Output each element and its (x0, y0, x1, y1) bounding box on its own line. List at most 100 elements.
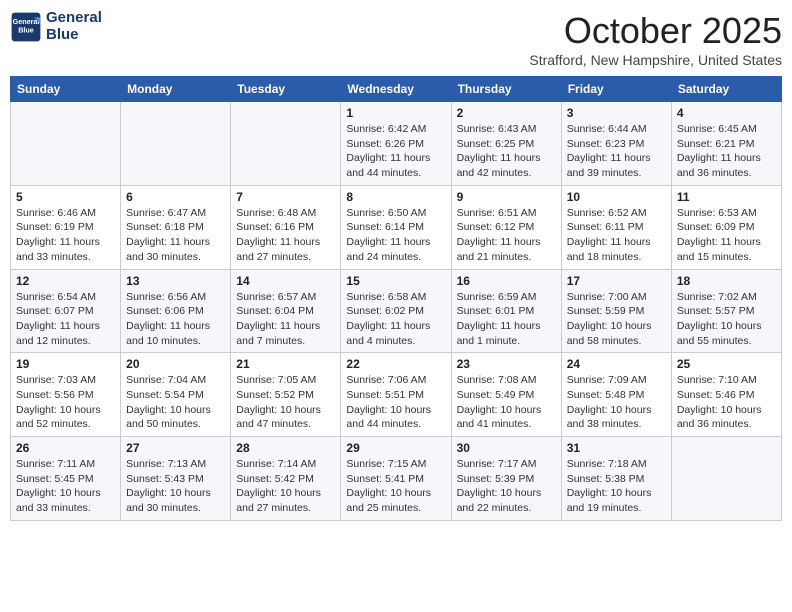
day-info: Sunrise: 6:56 AMSunset: 6:06 PMDaylight:… (126, 290, 225, 349)
day-info: Sunrise: 7:10 AMSunset: 5:46 PMDaylight:… (677, 373, 776, 432)
calendar-cell: 29 Sunrise: 7:15 AMSunset: 5:41 PMDayligh… (341, 437, 451, 521)
calendar-cell: 23 Sunrise: 7:08 AMSunset: 5:49 PMDayligh… (451, 353, 561, 437)
calendar-cell: 13 Sunrise: 6:56 AMSunset: 6:06 PMDayligh… (121, 269, 231, 353)
day-number: 1 (346, 106, 445, 120)
day-info: Sunrise: 6:54 AMSunset: 6:07 PMDaylight:… (16, 290, 115, 349)
day-number: 10 (567, 190, 666, 204)
day-number: 27 (126, 441, 225, 455)
day-number: 6 (126, 190, 225, 204)
day-info: Sunrise: 6:51 AMSunset: 6:12 PMDaylight:… (457, 206, 556, 265)
day-info: Sunrise: 7:14 AMSunset: 5:42 PMDaylight:… (236, 457, 335, 516)
day-number: 26 (16, 441, 115, 455)
calendar-cell: 20 Sunrise: 7:04 AMSunset: 5:54 PMDayligh… (121, 353, 231, 437)
calendar-cell: 1 Sunrise: 6:42 AMSunset: 6:26 PMDaylight… (341, 102, 451, 186)
day-number: 20 (126, 357, 225, 371)
calendar-cell: 24Sunrise: 7:09 AMSunset: 5:48 PMDayligh… (561, 353, 671, 437)
day-number: 17 (567, 274, 666, 288)
day-number: 24 (567, 357, 666, 371)
day-number: 15 (346, 274, 445, 288)
day-info: Sunrise: 6:42 AMSunset: 6:26 PMDaylight:… (346, 122, 445, 181)
day-number: 8 (346, 190, 445, 204)
day-number: 31 (567, 441, 666, 455)
calendar-cell (121, 102, 231, 186)
svg-text:Blue: Blue (18, 25, 34, 34)
calendar-cell: 25Sunrise: 7:10 AMSunset: 5:46 PMDayligh… (671, 353, 781, 437)
calendar-cell: 10 Sunrise: 6:52 AMSunset: 6:11 PMDayligh… (561, 185, 671, 269)
calendar-cell (11, 102, 121, 186)
day-number: 21 (236, 357, 335, 371)
calendar-cell: 30Sunrise: 7:17 AMSunset: 5:39 PMDayligh… (451, 437, 561, 521)
calendar-cell: 12Sunrise: 6:54 AMSunset: 6:07 PMDayligh… (11, 269, 121, 353)
day-number: 29 (346, 441, 445, 455)
calendar-cell: 2 Sunrise: 6:43 AMSunset: 6:25 PMDaylight… (451, 102, 561, 186)
weekday-header: Wednesday (341, 77, 451, 102)
calendar-week-row: 5 Sunrise: 6:46 AMSunset: 6:19 PMDaylight… (11, 185, 782, 269)
day-info: Sunrise: 7:13 AMSunset: 5:43 PMDaylight:… (126, 457, 225, 516)
day-info: Sunrise: 6:57 AMSunset: 6:04 PMDaylight:… (236, 290, 335, 349)
calendar-cell (671, 437, 781, 521)
day-info: Sunrise: 7:08 AMSunset: 5:49 PMDaylight:… (457, 373, 556, 432)
day-info: Sunrise: 6:45 AMSunset: 6:21 PMDaylight:… (677, 122, 776, 181)
calendar-cell: 9 Sunrise: 6:51 AMSunset: 6:12 PMDaylight… (451, 185, 561, 269)
calendar-cell: 15 Sunrise: 6:58 AMSunset: 6:02 PMDayligh… (341, 269, 451, 353)
weekday-row: SundayMondayTuesdayWednesdayThursdayFrid… (11, 77, 782, 102)
calendar-cell: 16 Sunrise: 6:59 AMSunset: 6:01 PMDayligh… (451, 269, 561, 353)
day-info: Sunrise: 6:53 AMSunset: 6:09 PMDaylight:… (677, 206, 776, 265)
day-number: 30 (457, 441, 556, 455)
calendar-week-row: 19 Sunrise: 7:03 AMSunset: 5:56 PMDayligh… (11, 353, 782, 437)
day-info: Sunrise: 7:04 AMSunset: 5:54 PMDaylight:… (126, 373, 225, 432)
day-number: 3 (567, 106, 666, 120)
calendar-cell: 6Sunrise: 6:47 AMSunset: 6:18 PMDaylight… (121, 185, 231, 269)
weekday-header: Thursday (451, 77, 561, 102)
day-info: Sunrise: 7:00 AMSunset: 5:59 PMDaylight:… (567, 290, 666, 349)
day-info: Sunrise: 7:11 AMSunset: 5:45 PMDaylight:… (16, 457, 115, 516)
day-number: 5 (16, 190, 115, 204)
weekday-header: Sunday (11, 77, 121, 102)
day-info: Sunrise: 6:48 AMSunset: 6:16 PMDaylight:… (236, 206, 335, 265)
calendar-week-row: 1 Sunrise: 6:42 AMSunset: 6:26 PMDaylight… (11, 102, 782, 186)
weekday-header: Tuesday (231, 77, 341, 102)
calendar-cell: 21Sunrise: 7:05 AMSunset: 5:52 PMDayligh… (231, 353, 341, 437)
calendar-cell: 4 Sunrise: 6:45 AMSunset: 6:21 PMDaylight… (671, 102, 781, 186)
day-info: Sunrise: 7:15 AMSunset: 5:41 PMDaylight:… (346, 457, 445, 516)
calendar-cell: 7 Sunrise: 6:48 AMSunset: 6:16 PMDaylight… (231, 185, 341, 269)
month-title: October 2025 (529, 10, 782, 52)
day-info: Sunrise: 6:46 AMSunset: 6:19 PMDaylight:… (16, 206, 115, 265)
calendar-body: 1 Sunrise: 6:42 AMSunset: 6:26 PMDaylight… (11, 102, 782, 521)
calendar-cell: 14 Sunrise: 6:57 AMSunset: 6:04 PMDayligh… (231, 269, 341, 353)
day-info: Sunrise: 7:03 AMSunset: 5:56 PMDaylight:… (16, 373, 115, 432)
calendar-cell: 5 Sunrise: 6:46 AMSunset: 6:19 PMDaylight… (11, 185, 121, 269)
day-number: 16 (457, 274, 556, 288)
page-header: General Blue General Blue October 2025 S… (10, 10, 782, 68)
calendar-cell: 26 Sunrise: 7:11 AMSunset: 5:45 PMDayligh… (11, 437, 121, 521)
day-number: 14 (236, 274, 335, 288)
day-number: 7 (236, 190, 335, 204)
calendar-cell: 27 Sunrise: 7:13 AMSunset: 5:43 PMDayligh… (121, 437, 231, 521)
day-info: Sunrise: 6:52 AMSunset: 6:11 PMDaylight:… (567, 206, 666, 265)
day-info: Sunrise: 6:58 AMSunset: 6:02 PMDaylight:… (346, 290, 445, 349)
day-number: 28 (236, 441, 335, 455)
calendar-cell (231, 102, 341, 186)
calendar-header: SundayMondayTuesdayWednesdayThursdayFrid… (11, 77, 782, 102)
calendar-cell: 18Sunrise: 7:02 AMSunset: 5:57 PMDayligh… (671, 269, 781, 353)
day-number: 19 (16, 357, 115, 371)
day-info: Sunrise: 6:59 AMSunset: 6:01 PMDaylight:… (457, 290, 556, 349)
calendar-cell: 3Sunrise: 6:44 AMSunset: 6:23 PMDaylight… (561, 102, 671, 186)
calendar-cell: 31 Sunrise: 7:18 AMSunset: 5:38 PMDayligh… (561, 437, 671, 521)
day-number: 18 (677, 274, 776, 288)
calendar-cell: 8Sunrise: 6:50 AMSunset: 6:14 PMDaylight… (341, 185, 451, 269)
day-number: 13 (126, 274, 225, 288)
day-info: Sunrise: 6:43 AMSunset: 6:25 PMDaylight:… (457, 122, 556, 181)
day-number: 9 (457, 190, 556, 204)
calendar-cell: 22Sunrise: 7:06 AMSunset: 5:51 PMDayligh… (341, 353, 451, 437)
day-number: 4 (677, 106, 776, 120)
day-number: 2 (457, 106, 556, 120)
day-info: Sunrise: 7:18 AMSunset: 5:38 PMDaylight:… (567, 457, 666, 516)
calendar-week-row: 26 Sunrise: 7:11 AMSunset: 5:45 PMDayligh… (11, 437, 782, 521)
calendar-cell: 19 Sunrise: 7:03 AMSunset: 5:56 PMDayligh… (11, 353, 121, 437)
logo-icon: General Blue (10, 11, 42, 43)
day-number: 11 (677, 190, 776, 204)
logo-text: General Blue (46, 10, 102, 43)
day-number: 23 (457, 357, 556, 371)
day-info: Sunrise: 7:06 AMSunset: 5:51 PMDaylight:… (346, 373, 445, 432)
